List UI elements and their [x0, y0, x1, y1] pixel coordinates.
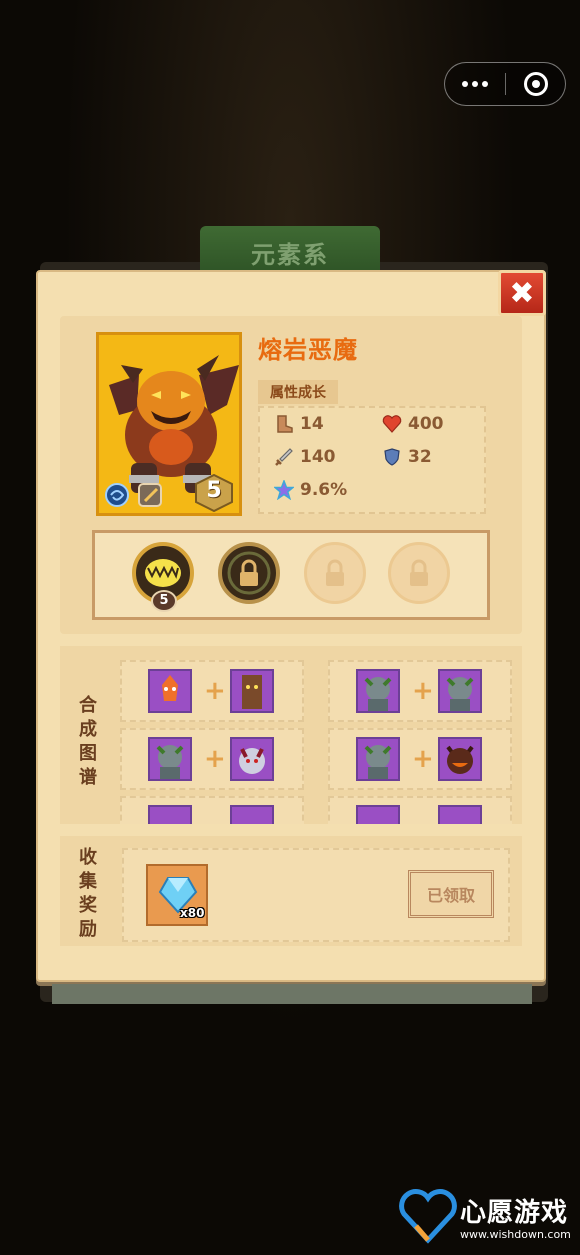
- rainbow-star-icon: [274, 480, 294, 500]
- boot-icon: [277, 415, 293, 433]
- watermark-url: www.wishdown.com: [460, 1228, 571, 1241]
- wolf-hero-icon: [230, 737, 274, 781]
- hero-icon: [356, 805, 400, 824]
- lock-icon: [410, 559, 428, 586]
- star-level-badge: 5: [194, 474, 234, 512]
- skill-1-level-badge: 5: [151, 590, 177, 612]
- stat-hp: 400: [382, 414, 444, 434]
- recipe-card[interactable]: +: [120, 660, 304, 722]
- recipe-card[interactable]: +: [328, 660, 512, 722]
- sword-icon: [275, 448, 293, 466]
- treant-hero-icon: [230, 669, 274, 713]
- more-menu-button[interactable]: [445, 63, 505, 105]
- stat-defense-value: 32: [408, 447, 432, 467]
- shield-icon: [384, 448, 400, 466]
- stat-crit: 9.6%: [274, 480, 347, 500]
- lock-icon: [227, 551, 271, 595]
- reward-count: x80: [180, 906, 205, 920]
- watermark-brand: 心愿游戏: [460, 1198, 569, 1228]
- hero-icon: [148, 805, 192, 824]
- plus-icon: +: [412, 676, 434, 706]
- stat-hp-value: 400: [408, 414, 444, 434]
- lock-icon: [326, 559, 344, 586]
- plus-icon: +: [412, 744, 434, 774]
- growth-label: 属性成长: [258, 380, 338, 404]
- monster-name: 熔岩恶魔: [258, 336, 358, 364]
- goblin-hero-icon: [356, 737, 400, 781]
- recipe-card[interactable]: +: [328, 728, 512, 790]
- goblin-hero-icon: [438, 669, 482, 713]
- recipe-card[interactable]: [328, 796, 512, 824]
- demon-hero-icon: [438, 737, 482, 781]
- goblin-hero-icon: [356, 669, 400, 713]
- star-level-number: 5: [206, 478, 222, 503]
- skill-3-locked[interactable]: [304, 542, 366, 604]
- panel-bottom-edge: [52, 984, 532, 1004]
- hero-icon: [438, 805, 482, 824]
- recipe-card[interactable]: +: [120, 728, 304, 790]
- watermark: 心愿游戏 www.wishdown.com: [398, 1186, 574, 1250]
- close-miniprogram-button[interactable]: [506, 72, 565, 96]
- target-icon: [523, 72, 548, 96]
- reward-section-label: 收 集 奖 励: [79, 847, 97, 940]
- skill-1-level: 5: [159, 593, 169, 608]
- close-button[interactable]: ✖: [498, 270, 546, 316]
- mini-program-capsule: [444, 62, 566, 106]
- stat-crit-value: 9.6%: [300, 480, 348, 500]
- skill-2-locked[interactable]: [218, 542, 280, 604]
- claimed-button[interactable]: 已领取: [408, 870, 494, 918]
- hero-icon: [230, 805, 274, 824]
- skill-4-locked[interactable]: [388, 542, 450, 604]
- recipe-section-label: 合 成 图 谱: [79, 695, 97, 788]
- plus-icon: +: [204, 676, 226, 706]
- recipe-section: 合 成 图 谱 + + + +: [60, 646, 522, 824]
- fire-imp-hero-icon: [148, 669, 192, 713]
- stat-attack: 140: [274, 447, 336, 467]
- heart-icon: [382, 415, 402, 433]
- plus-icon: +: [204, 744, 226, 774]
- stat-attack-value: 140: [300, 447, 336, 467]
- goblin-hero-icon: [148, 737, 192, 781]
- stat-speed: 14: [274, 414, 324, 434]
- stat-defense: 32: [382, 447, 432, 467]
- heart-logo-icon: [399, 1189, 457, 1244]
- recipe-card[interactable]: [120, 796, 304, 824]
- stat-speed-value: 14: [300, 414, 324, 434]
